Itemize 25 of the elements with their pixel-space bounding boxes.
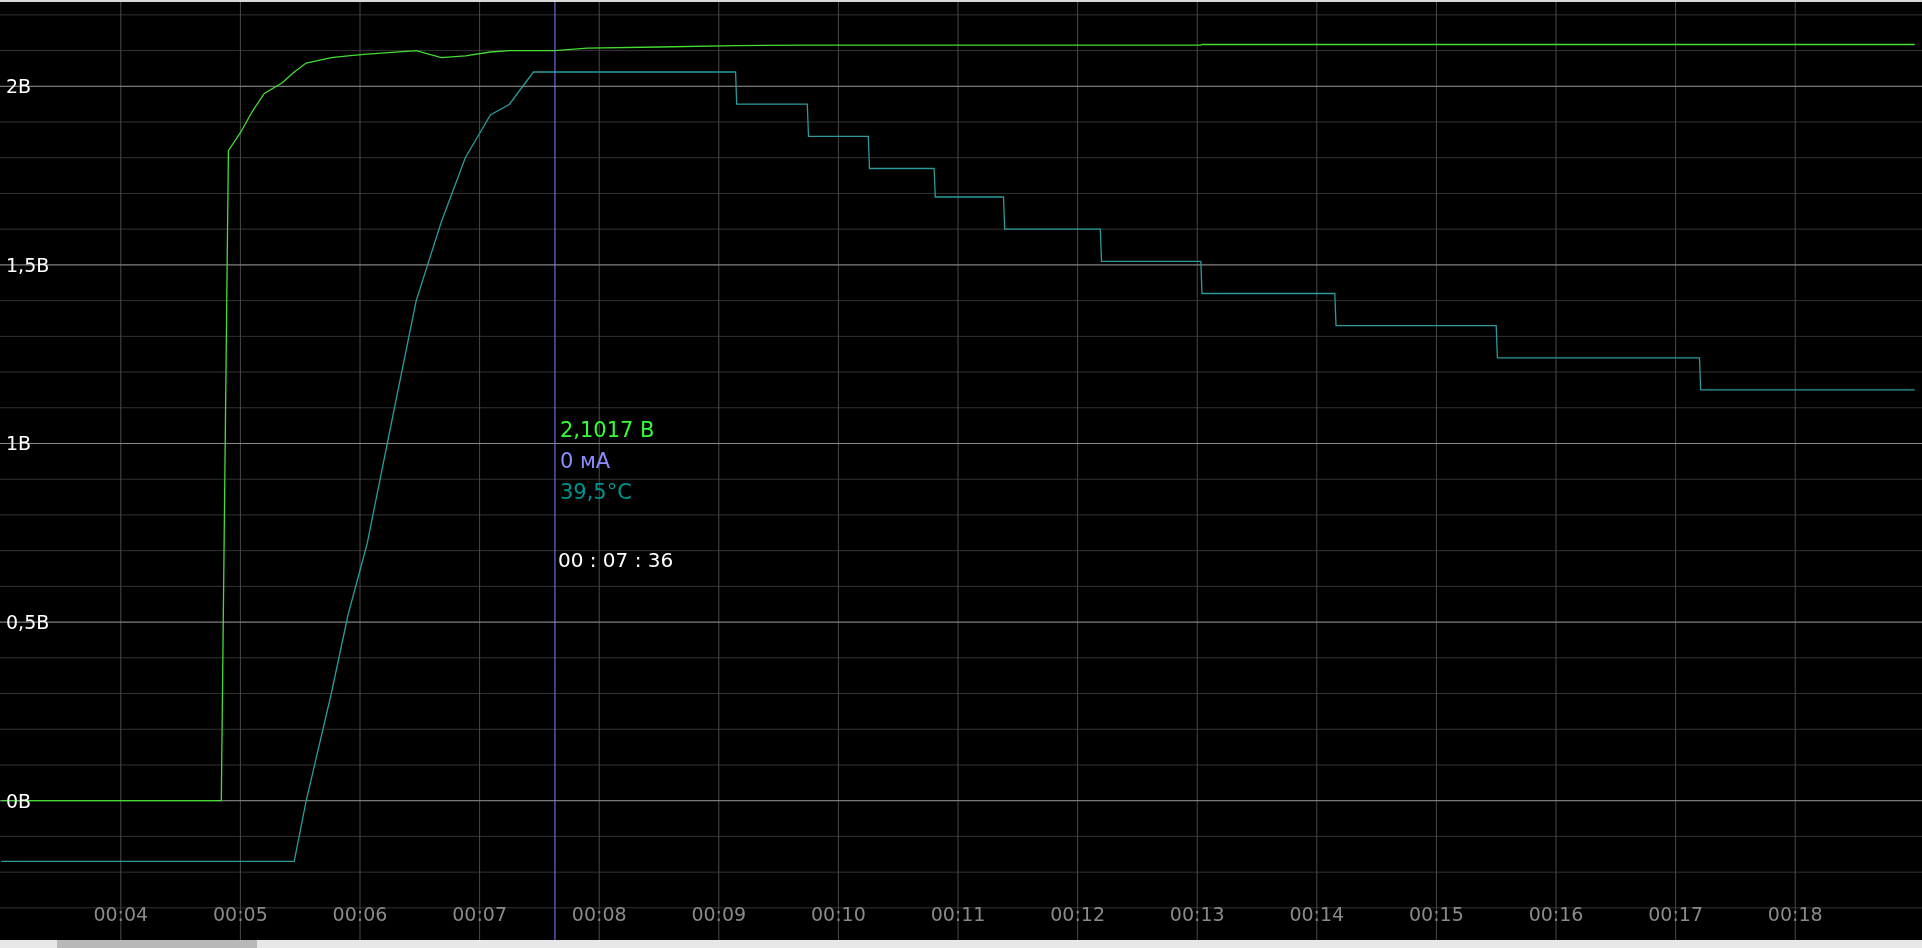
readout-value: 2,1017 В (559, 418, 655, 442)
y-axis-label: 0,5В (6, 611, 50, 634)
y-axis-label: 1В (6, 432, 32, 455)
x-axis-label: 00:14 (1289, 903, 1345, 925)
x-axis-label: 00:10 (811, 903, 866, 925)
x-axis-label: 00:12 (1050, 903, 1105, 925)
scrollbar-thumb[interactable] (57, 940, 257, 948)
x-axis-label: 00:17 (1648, 903, 1703, 925)
x-axis-label: 00:04 (93, 903, 149, 925)
x-axis-label: 00:08 (571, 903, 627, 925)
x-axis-label: 00:13 (1169, 903, 1225, 925)
cursor-time: 00 : 07 : 36 (557, 548, 674, 572)
x-axis-label: 00:15 (1409, 903, 1464, 925)
x-axis-label: 00:07 (452, 903, 507, 925)
x-axis-label: 00:06 (332, 903, 388, 925)
horizontal-scrollbar[interactable] (0, 940, 1922, 948)
x-axis-label: 00:11 (930, 903, 986, 925)
x-axis-label: 00:05 (213, 903, 268, 925)
readout-value: 39,5°C (559, 480, 632, 504)
y-axis-label: 2В (6, 75, 32, 98)
y-axis-label: 1,5В (6, 253, 50, 276)
x-axis-label: 00:18 (1767, 903, 1823, 925)
x-axis-label: 00:16 (1528, 903, 1584, 925)
x-axis-label: 00:09 (691, 903, 747, 925)
readout-value: 0 мА (559, 449, 611, 473)
